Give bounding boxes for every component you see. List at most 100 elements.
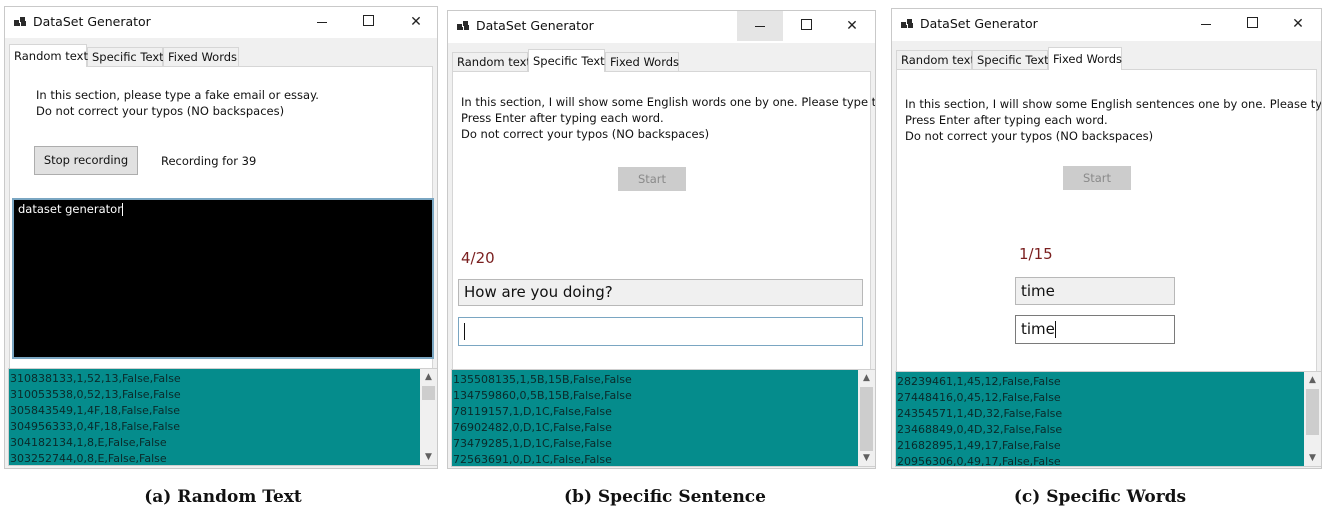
tab-random-text[interactable]: Random text bbox=[896, 50, 975, 69]
scroll-thumb[interactable] bbox=[860, 387, 873, 451]
scroll-thumb[interactable] bbox=[422, 386, 435, 400]
tab-fixed-words[interactable]: Fixed Words bbox=[163, 47, 239, 66]
log-rows: 310838133,1,52,13,False,False 310053538,… bbox=[10, 371, 181, 465]
list-item: 304956333,0,4F,18,False,False bbox=[10, 420, 181, 433]
title-bar[interactable]: DataSet Generator ✕ bbox=[892, 9, 1321, 39]
tab-random-text[interactable]: Random text bbox=[452, 52, 531, 71]
maximize-button[interactable] bbox=[345, 7, 391, 37]
minimize-icon bbox=[317, 21, 327, 23]
instruction-line-2: Press Enter after typing each word. bbox=[905, 113, 1108, 127]
close-button[interactable]: ✕ bbox=[1275, 9, 1321, 39]
maximize-icon bbox=[362, 15, 374, 26]
log-rows: 28239461,1,45,12,False,False 27448416,0,… bbox=[897, 374, 1063, 467]
tab-fixed-words[interactable]: Fixed Words bbox=[1048, 47, 1122, 70]
vertical-scrollbar[interactable]: ▲ ▼ bbox=[420, 369, 437, 465]
minimize-icon bbox=[755, 25, 765, 27]
window-title: DataSet Generator bbox=[33, 14, 151, 29]
tab-random-text[interactable]: Random text bbox=[9, 44, 88, 67]
vertical-scrollbar[interactable]: ▲ ▼ bbox=[1304, 372, 1321, 466]
list-item: 72563691,0,D,1C,False,False bbox=[453, 453, 612, 466]
key-log-list[interactable]: 28239461,1,45,12,False,False 27448416,0,… bbox=[895, 371, 1321, 467]
tab-panel: In this section, I will show some Englis… bbox=[451, 71, 875, 467]
window-random-text: DataSet Generator ✕ Random text Specific… bbox=[4, 6, 438, 469]
tab-specific-text[interactable]: Specific Text bbox=[972, 50, 1049, 69]
caption-specific-words: (c) Specific Words bbox=[1013, 487, 1187, 507]
caption-specific-sentence: (b) Specific Sentence bbox=[564, 487, 766, 507]
instruction-line-1: In this section, I will show some Englis… bbox=[905, 97, 1322, 111]
list-item: 23468849,0,4D,32,False,False bbox=[897, 423, 1063, 436]
list-item: 78119157,1,D,1C,False,False bbox=[453, 405, 612, 418]
typed-text: dataset generator bbox=[18, 202, 122, 216]
app-icon bbox=[457, 20, 470, 31]
stop-recording-button[interactable]: Stop recording bbox=[34, 146, 138, 175]
close-button[interactable]: ✕ bbox=[829, 11, 875, 41]
list-item: 304182134,1,8,E,False,False bbox=[10, 436, 167, 449]
scroll-up-icon[interactable]: ▲ bbox=[1304, 372, 1321, 388]
target-sentence: How are you doing? bbox=[464, 283, 613, 301]
list-item: 28239461,1,45,12,False,False bbox=[897, 375, 1061, 388]
instruction-line-1: In this section, I will show some Englis… bbox=[461, 95, 876, 109]
instruction-line-3: Do not correct your typos (NO backspaces… bbox=[461, 127, 710, 141]
scroll-down-icon[interactable]: ▼ bbox=[858, 450, 875, 466]
window-title: DataSet Generator bbox=[476, 18, 594, 33]
instruction-line-1: In this section, please type a fake emai… bbox=[36, 88, 319, 102]
target-word-field: time bbox=[1015, 277, 1175, 305]
instruction-line-3: Do not correct your typos (NO backspaces… bbox=[905, 129, 1154, 143]
tab-strip: Random text Specific Text Fixed Words bbox=[9, 44, 433, 67]
window-fixed-words: DataSet Generator ✕ Random text Specific… bbox=[891, 8, 1322, 469]
list-item: 310838133,1,52,13,False,False bbox=[10, 372, 181, 385]
close-button[interactable]: ✕ bbox=[393, 7, 437, 37]
maximize-button[interactable] bbox=[783, 11, 829, 41]
typing-textbox[interactable]: dataset generator bbox=[12, 198, 434, 359]
close-icon: ✕ bbox=[410, 14, 422, 30]
list-item: 310053538,0,52,13,False,False bbox=[10, 388, 181, 401]
client-area: Random text Specific Text Fixed Words In… bbox=[5, 38, 437, 468]
tab-specific-text[interactable]: Specific Text bbox=[528, 49, 605, 72]
tab-strip: Random text Specific Text Fixed Words bbox=[452, 49, 871, 72]
minimize-button[interactable] bbox=[737, 11, 783, 41]
window-specific-text: DataSet Generator ✕ Random text Specific… bbox=[447, 10, 876, 469]
start-button[interactable]: Start bbox=[1063, 166, 1131, 190]
minimize-icon bbox=[1201, 23, 1211, 25]
progress-counter: 4/20 bbox=[461, 249, 495, 267]
title-bar[interactable]: DataSet Generator ✕ bbox=[5, 7, 437, 37]
list-item: 305843549,1,4F,18,False,False bbox=[10, 404, 181, 417]
minimize-button[interactable] bbox=[299, 7, 345, 37]
scroll-up-icon[interactable]: ▲ bbox=[858, 370, 875, 386]
progress-counter: 1/15 bbox=[1019, 245, 1053, 263]
target-word: time bbox=[1021, 282, 1055, 300]
scroll-up-icon[interactable]: ▲ bbox=[420, 369, 437, 385]
text-caret bbox=[464, 323, 465, 340]
list-item: 27448416,0,45,12,False,False bbox=[897, 391, 1061, 404]
tab-fixed-words[interactable]: Fixed Words bbox=[605, 52, 679, 71]
list-item: 73479285,1,D,1C,False,False bbox=[453, 437, 612, 450]
list-item: 303252744,0,8,E,False,False bbox=[10, 452, 167, 465]
key-log-list[interactable]: 135508135,1,5B,15B,False,False 134759860… bbox=[451, 369, 875, 467]
maximize-icon bbox=[1246, 17, 1258, 28]
typing-input[interactable]: time bbox=[1015, 315, 1175, 344]
list-item: 21682895,1,49,17,False,False bbox=[897, 439, 1061, 452]
typing-input[interactable] bbox=[458, 317, 863, 346]
vertical-scrollbar[interactable]: ▲ ▼ bbox=[858, 370, 875, 466]
text-caret bbox=[1054, 321, 1056, 338]
list-item: 135508135,1,5B,15B,False,False bbox=[453, 373, 632, 386]
maximize-icon bbox=[800, 19, 812, 30]
caption-random-text: (a) Random Text bbox=[144, 487, 302, 507]
client-area: Random text Specific Text Fixed Words In… bbox=[892, 41, 1321, 468]
recording-status: Recording for 39 bbox=[161, 154, 257, 168]
start-button[interactable]: Start bbox=[618, 167, 686, 191]
scroll-thumb[interactable] bbox=[1306, 389, 1319, 435]
minimize-button[interactable] bbox=[1183, 9, 1229, 39]
typed-value: time bbox=[1021, 320, 1055, 338]
scroll-down-icon[interactable]: ▼ bbox=[420, 449, 437, 465]
tab-specific-text[interactable]: Specific Text bbox=[87, 47, 164, 66]
scroll-down-icon[interactable]: ▼ bbox=[1304, 450, 1321, 466]
maximize-button[interactable] bbox=[1229, 9, 1275, 39]
instruction-line-2: Do not correct your typos (NO backspaces… bbox=[36, 104, 285, 118]
list-item: 20956306,0,49,17,False,False bbox=[897, 455, 1061, 467]
key-log-list[interactable]: 310838133,1,52,13,False,False 310053538,… bbox=[8, 368, 437, 466]
text-caret bbox=[121, 203, 123, 216]
list-item: 24354571,1,4D,32,False,False bbox=[897, 407, 1063, 420]
title-bar[interactable]: DataSet Generator ✕ bbox=[448, 11, 875, 41]
tab-panel: In this section, I will show some Englis… bbox=[895, 69, 1321, 467]
